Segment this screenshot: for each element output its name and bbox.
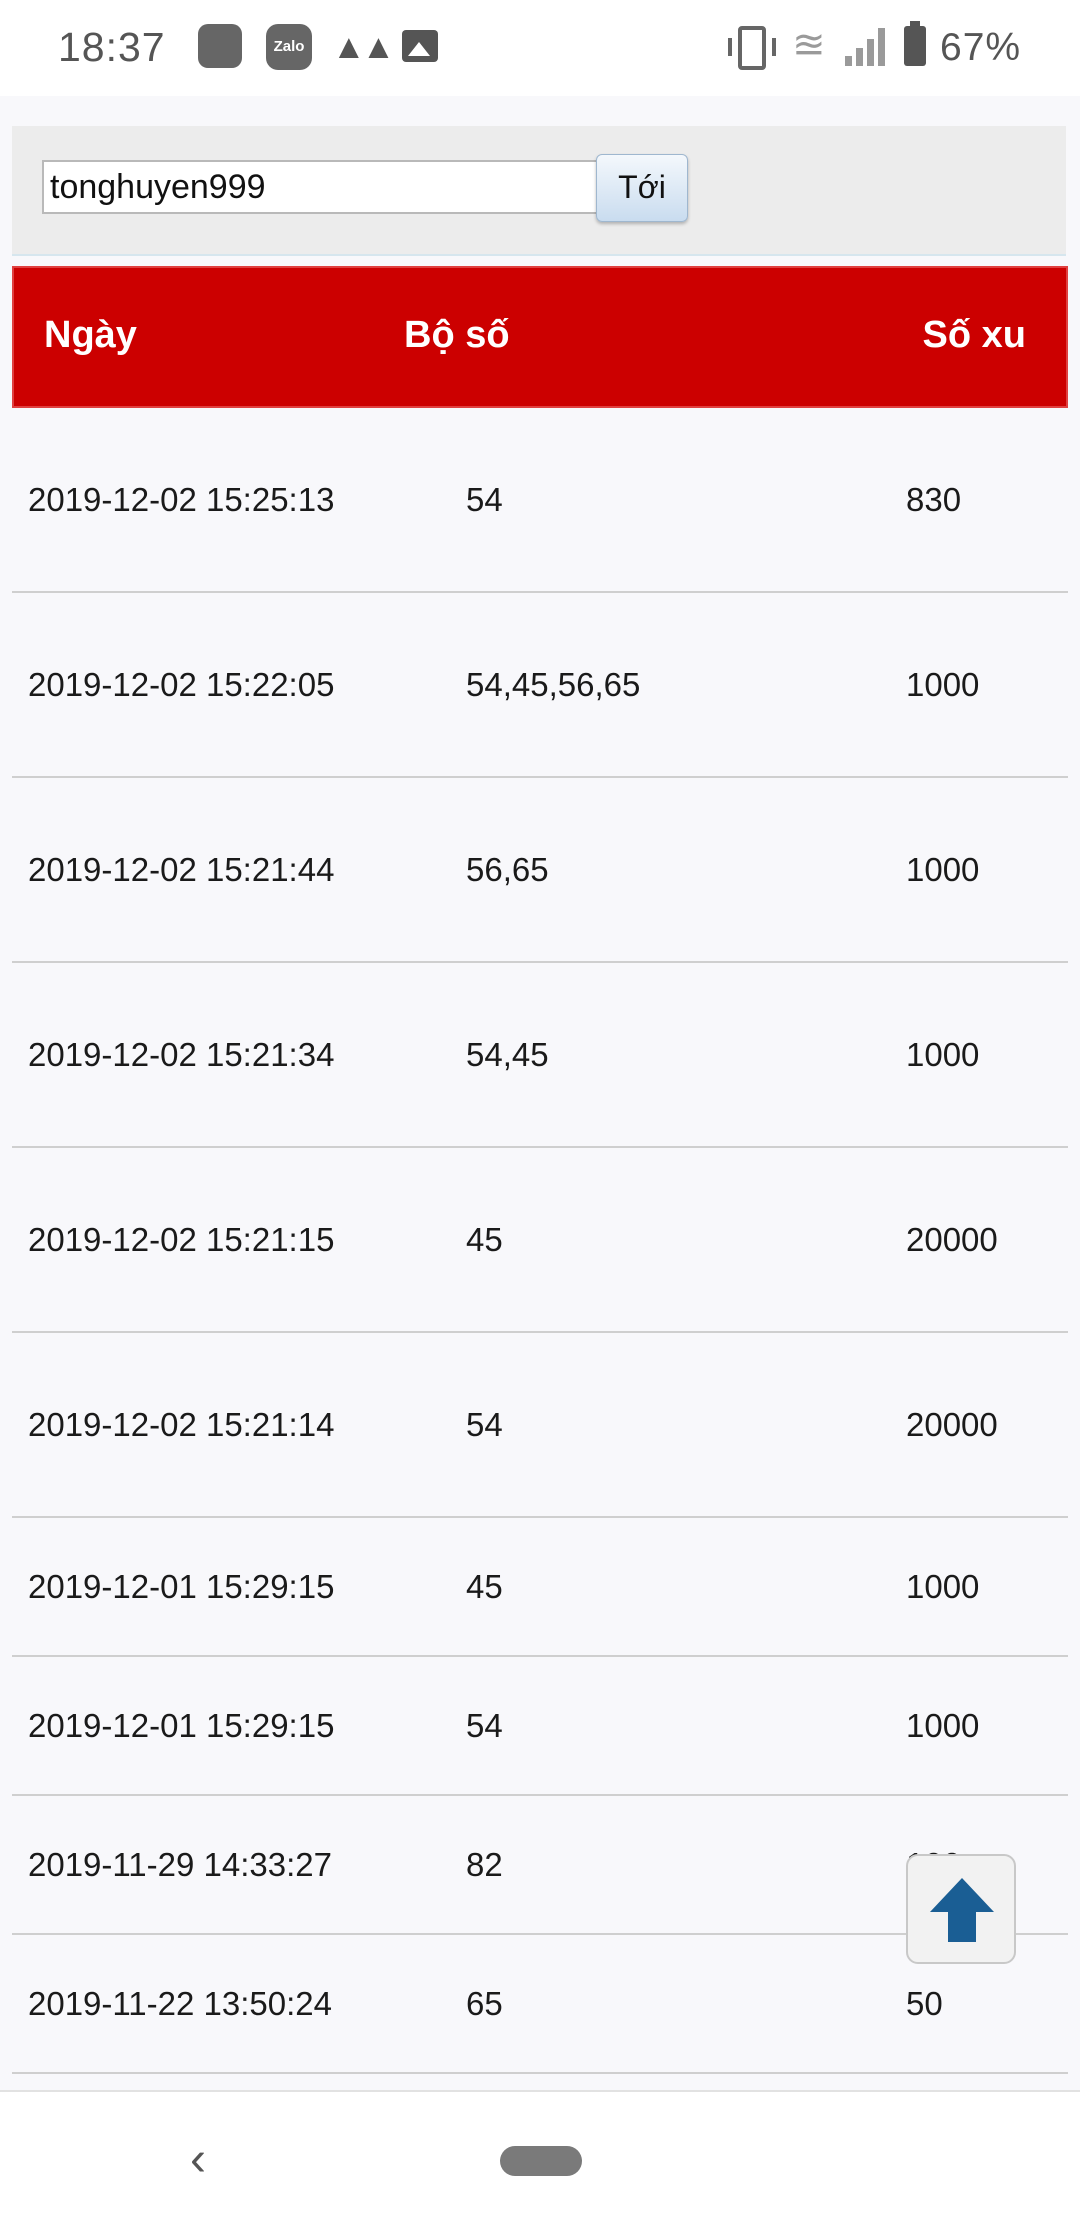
row-numbers: 65 [466,1984,503,2022]
row-numbers: 45 [466,1567,503,1605]
row-numbers: 54,45,56,65 [466,665,641,703]
row-date: 2019-11-29 14:33:27 [28,1845,332,1883]
row-coins: 1000 [906,1567,980,1605]
table-row: 2019-12-01 15:29:15 45 1000 [12,1518,1068,1657]
row-date: 2019-12-02 15:25:13 [28,480,335,518]
zalo-icon: Zalo [266,24,312,70]
table-row: 2019-12-02 15:22:05 54,45,56,65 1000 [12,593,1068,778]
app-icon [198,24,242,68]
battery-percent: 67% [940,26,1022,69]
table-row: 2019-12-02 15:25:13 54 830 [12,408,1068,593]
row-coins: 1000 [906,850,980,888]
row-numbers: 56,65 [466,850,549,888]
battery-icon [904,21,926,66]
signal-icon [845,28,887,66]
row-numbers: 54 [466,1405,503,1443]
back-chevron-icon[interactable]: ‹ [190,2132,206,2187]
image-icon [402,30,438,62]
row-date: 2019-11-22 13:50:24 [28,1984,332,2022]
row-date: 2019-12-02 15:21:44 [28,850,335,888]
status-time: 18:37 [58,24,166,70]
row-date: 2019-12-02 15:21:15 [28,1220,335,1258]
row-numbers: 82 [466,1845,503,1883]
lookup-form: Tới [12,126,1066,256]
row-date: 2019-12-02 15:21:34 [28,1035,335,1073]
row-numbers: 45 [466,1220,503,1258]
row-date: 2019-12-02 15:21:14 [28,1405,335,1443]
back-to-top-button[interactable] [906,1854,1016,1964]
go-button[interactable]: Tới [596,154,688,222]
table-row: 2019-12-02 15:21:14 54 20000 [12,1333,1068,1518]
row-numbers: 54 [466,480,503,518]
column-header-numbers: Bộ số [404,314,510,356]
username-input[interactable] [42,160,622,214]
table-row: 2019-12-02 15:21:34 54,45 1000 [12,963,1068,1148]
row-coins: 50 [906,1984,943,2022]
arrow-up-icon [930,1878,994,1942]
column-header-date: Ngày [44,314,137,356]
row-date: 2019-12-01 15:29:15 [28,1706,335,1744]
status-bar: 18:37 Zalo ▲▲ ≊ 67% [0,0,1080,96]
row-coins: 20000 [906,1405,998,1443]
row-numbers: 54 [466,1706,503,1744]
wifi-icon: ≊ [792,23,826,67]
row-coins: 1000 [906,665,980,703]
row-numbers: 54,45 [466,1035,549,1073]
history-table: 2019-12-02 15:25:13 54 830 2019-12-02 15… [12,408,1068,2074]
row-coins: 1000 [906,1035,980,1073]
row-coins: 830 [906,480,962,518]
home-pill-icon[interactable] [500,2146,582,2176]
row-date: 2019-12-01 15:29:15 [28,1567,335,1605]
navigation-bar: ‹ [0,2090,1080,2234]
row-date: 2019-12-02 15:22:05 [28,665,335,703]
row-coins: 1000 [906,1706,980,1744]
table-row: 2019-12-02 15:21:15 45 20000 [12,1148,1068,1333]
m-app-icon: ▲▲ [332,28,395,66]
row-coins: 20000 [906,1220,998,1258]
table-header: Ngày Bộ số Số xu [12,266,1068,408]
table-row: 2019-12-02 15:21:44 56,65 1000 [12,778,1068,963]
vibrate-icon [728,26,776,70]
table-row: 2019-12-01 15:29:15 54 1000 [12,1657,1068,1796]
column-header-coins: Số xu [922,314,1026,356]
